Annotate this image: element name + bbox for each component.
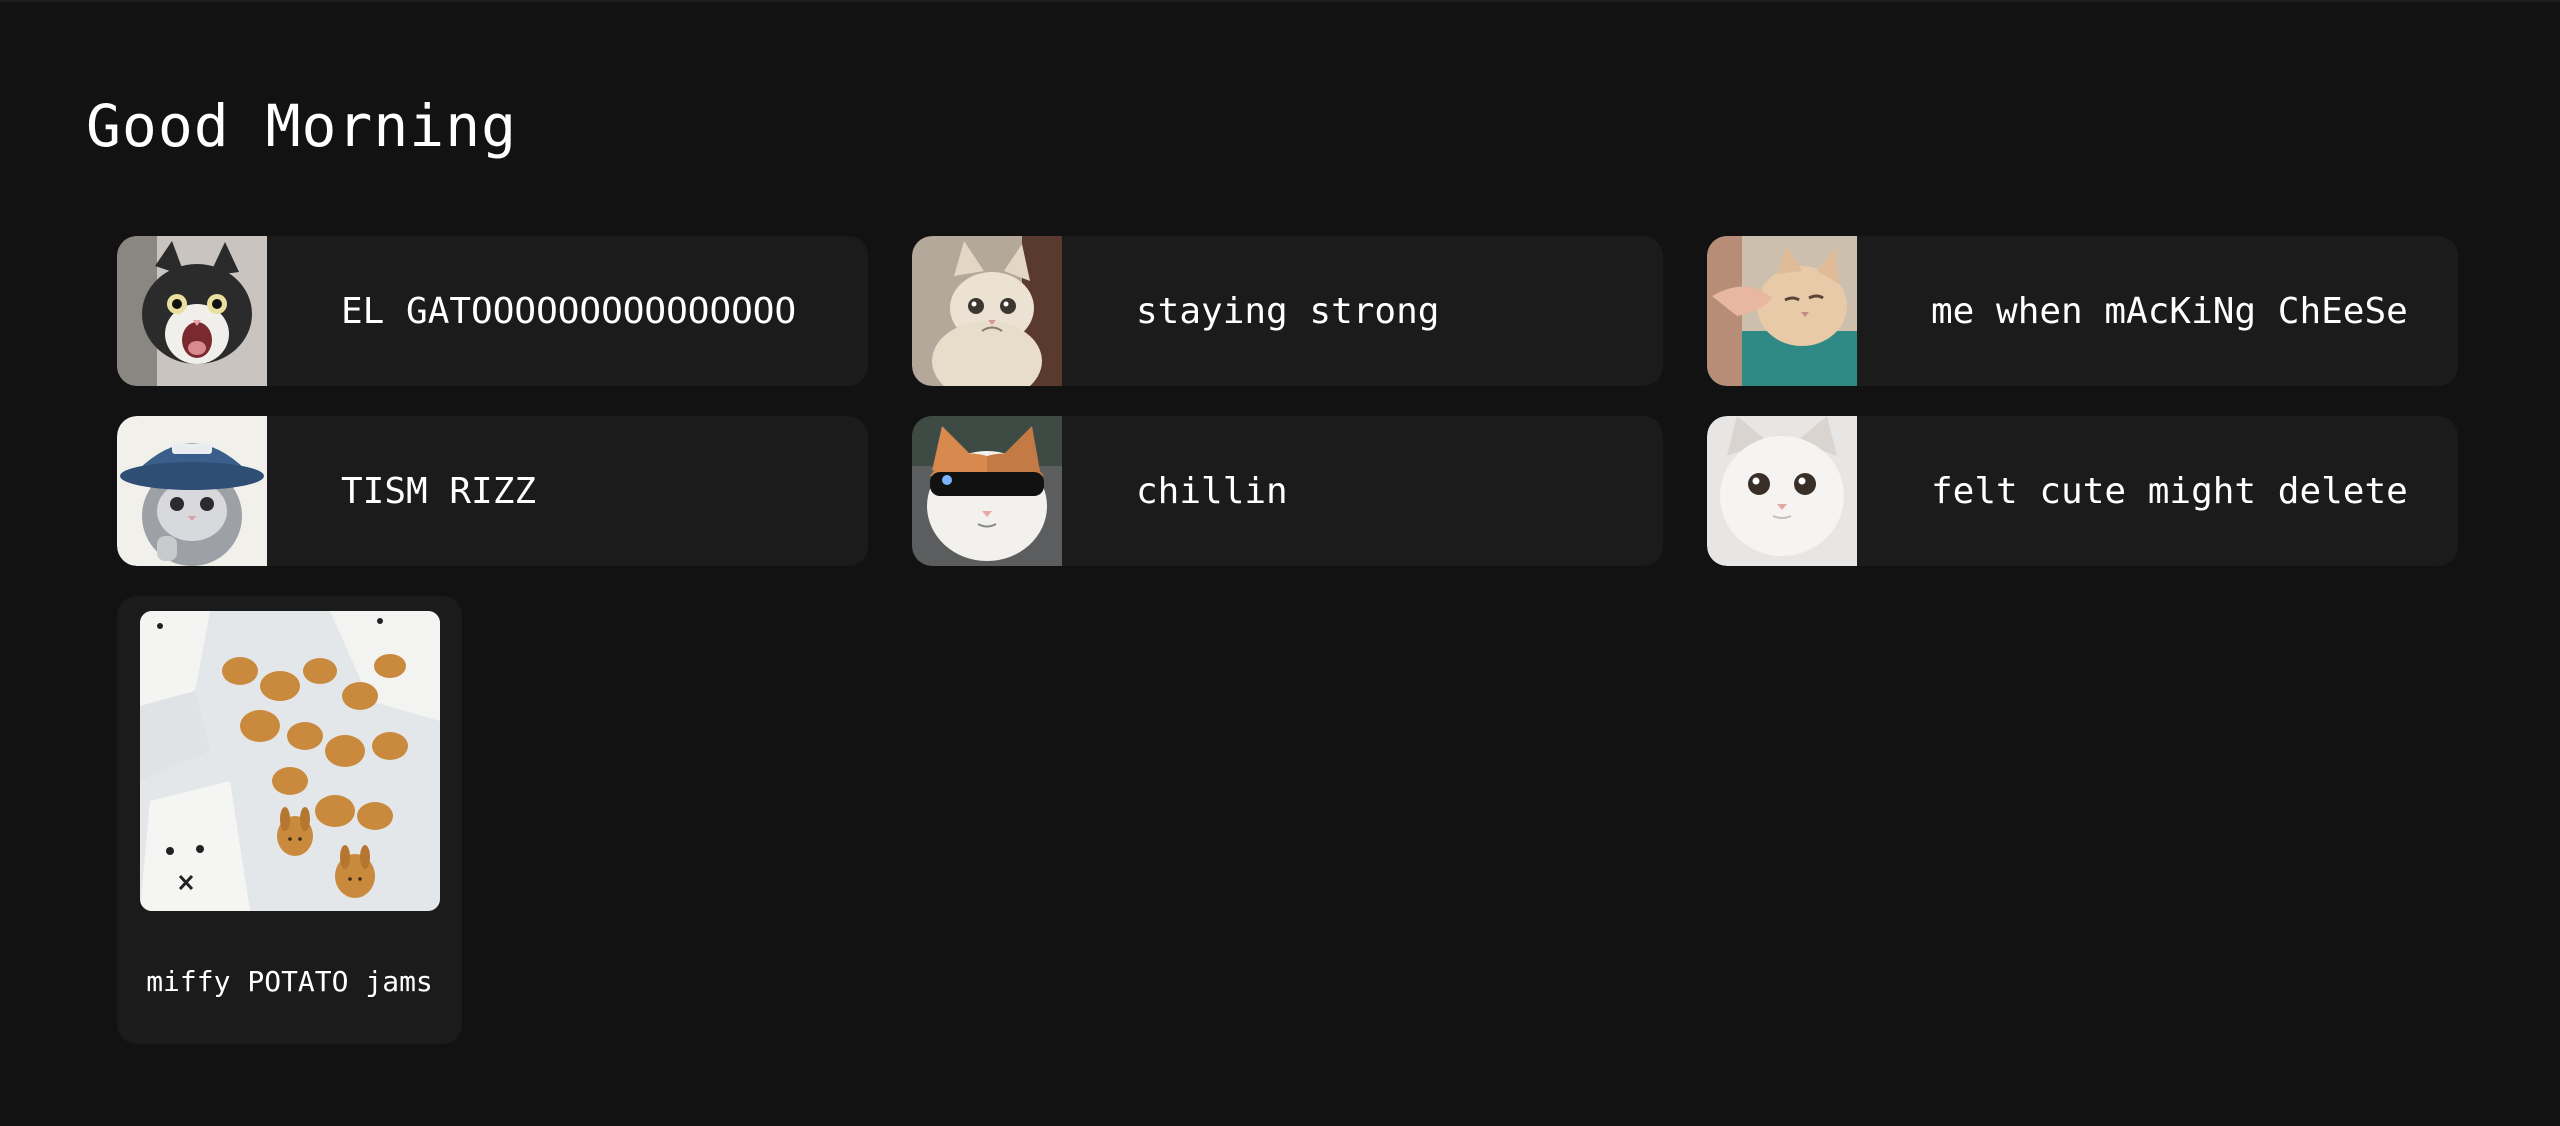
- white-kitten-image: [1707, 416, 1857, 566]
- featured-playlist-title: miffy POTATO jams: [146, 965, 433, 998]
- playlist-card-felt-cute[interactable]: felt cute might delete: [1707, 416, 2458, 566]
- playlist-title: TISM RIZZ: [341, 470, 537, 512]
- screaming-cat-image: [117, 236, 267, 386]
- top-divider: [0, 0, 2560, 2]
- sunglasses-cat-image: [912, 416, 1062, 566]
- cap-wearing-cat-image: [117, 416, 267, 566]
- cheek-squish-cat-image: [1707, 236, 1857, 386]
- playlist-title: me when mAcKiNg ChEeSe: [1931, 290, 2408, 332]
- playlist-card-tism-rizz[interactable]: TISM RIZZ: [117, 416, 868, 566]
- page-title: Good Morning: [86, 92, 518, 160]
- playlist-title: EL GATOOOOOOOOOOOOOOO: [341, 290, 797, 332]
- quick-picks-grid: EL GATOOOOOOOOOOOOOOO staying strong me …: [117, 236, 2458, 566]
- playlist-card-staying-strong[interactable]: staying strong: [912, 236, 1663, 386]
- playlist-card-chillin[interactable]: chillin: [912, 416, 1663, 566]
- playlist-card-el-gato[interactable]: EL GATOOOOOOOOOOOOOOO: [117, 236, 868, 386]
- playlist-card-macking-cheese[interactable]: me when mAcKiNg ChEeSe: [1707, 236, 2458, 386]
- playlist-title: chillin: [1136, 470, 1288, 512]
- miffy-potato-snacks-image: [140, 611, 440, 911]
- playlist-title: felt cute might delete: [1931, 470, 2408, 512]
- crying-cat-image: [912, 236, 1062, 386]
- playlist-title: staying strong: [1136, 290, 1440, 332]
